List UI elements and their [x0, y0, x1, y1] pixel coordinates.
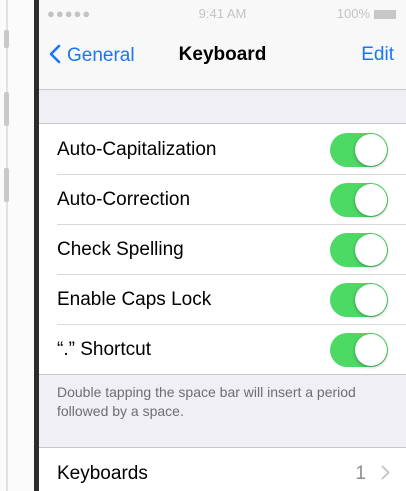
volume-up-button [4, 92, 9, 126]
edit-button[interactable]: Edit [361, 44, 394, 66]
toggle-knob [355, 234, 387, 266]
status-bar: ●●●●● 9:41 AM 100% [39, 0, 406, 26]
phone-bezel [0, 0, 40, 491]
auto-capitalization-toggle[interactable] [330, 133, 388, 167]
shortcut-footer-note: Double tapping the space bar will insert… [57, 384, 356, 419]
setting-row-auto-correction: Auto-Correction [39, 174, 406, 224]
toggle-knob [355, 334, 387, 366]
screen: ●●●●● 9:41 AM 100% General Keyboard Edit… [39, 0, 406, 491]
setting-row-enable-caps-lock: Enable Caps Lock [39, 274, 406, 324]
settings-group: Auto-Capitalization Auto-Correction Chec… [39, 123, 406, 375]
battery-percent: 100% [336, 6, 370, 21]
setting-label: Enable Caps Lock [57, 289, 212, 310]
setting-label: Auto-Capitalization [57, 139, 217, 160]
setting-row-auto-capitalization: Auto-Capitalization [39, 124, 406, 174]
setting-label: “.” Shortcut [57, 339, 151, 360]
keyboards-group: Keyboards 1 [39, 447, 406, 491]
enable-caps-lock-toggle[interactable] [330, 283, 388, 317]
toggle-knob [355, 184, 387, 216]
toggle-knob [355, 284, 387, 316]
keyboards-row[interactable]: Keyboards 1 [39, 448, 406, 491]
shortcut-toggle[interactable] [330, 333, 388, 367]
auto-correction-toggle[interactable] [330, 183, 388, 217]
keyboards-count: 1 [355, 463, 366, 484]
setting-label: Auto-Correction [57, 189, 191, 210]
setting-row-check-spelling: Check Spelling [39, 224, 406, 274]
keyboards-label: Keyboards [57, 463, 148, 484]
mute-switch [4, 30, 9, 48]
battery-icon [374, 10, 396, 20]
toggle-knob [355, 134, 387, 166]
setting-label: Check Spelling [57, 239, 184, 260]
battery-indicator: 100% [337, 6, 396, 21]
navigation-bar: General Keyboard Edit [39, 26, 406, 90]
page-title: Keyboard [178, 44, 267, 65]
bezel-edge [6, 0, 8, 491]
check-spelling-toggle[interactable] [330, 233, 388, 267]
volume-down-button [4, 168, 9, 202]
chevron-right-icon [381, 465, 390, 480]
setting-row-shortcut: “.” Shortcut [39, 324, 406, 374]
